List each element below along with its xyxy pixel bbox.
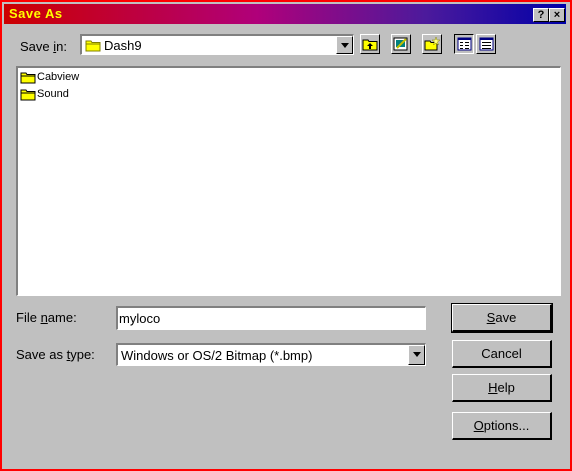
up-one-level-button[interactable] bbox=[360, 34, 380, 54]
help-button[interactable]: Help bbox=[452, 374, 552, 402]
desktop-icon bbox=[393, 36, 409, 55]
close-button[interactable]: × bbox=[549, 8, 565, 22]
folder-icon bbox=[85, 39, 101, 55]
file-list[interactable]: Cabview Sound bbox=[16, 66, 561, 296]
file-name-field[interactable] bbox=[116, 306, 426, 330]
help-title-button[interactable]: ? bbox=[533, 8, 549, 22]
desktop-button[interactable] bbox=[391, 34, 411, 54]
new-folder-button[interactable] bbox=[422, 34, 442, 54]
list-view-button[interactable] bbox=[454, 34, 474, 54]
save-in-value: Dash9 bbox=[104, 38, 142, 53]
chevron-down-icon[interactable] bbox=[408, 345, 425, 365]
file-name-input[interactable] bbox=[119, 311, 419, 326]
folder-icon bbox=[20, 88, 36, 101]
up-one-level-icon bbox=[362, 37, 378, 54]
save-as-type-label: Save as type: bbox=[16, 347, 95, 362]
new-folder-icon bbox=[424, 36, 441, 54]
dialog-title: Save As bbox=[9, 6, 63, 21]
file-name-label: File name: bbox=[16, 310, 77, 325]
details-view-icon bbox=[479, 37, 494, 55]
save-as-type-dropdown[interactable]: Windows or OS/2 Bitmap (*.bmp) bbox=[116, 343, 426, 366]
save-as-type-value: Windows or OS/2 Bitmap (*.bmp) bbox=[121, 348, 313, 363]
title-bar[interactable]: Save As ? × bbox=[4, 4, 566, 24]
folder-icon bbox=[20, 71, 36, 84]
save-as-dialog: Save As ? × Save in: Dash9 Cabview Sound… bbox=[0, 0, 572, 471]
list-view-icon bbox=[457, 37, 472, 55]
chevron-down-icon[interactable] bbox=[336, 36, 353, 54]
save-button[interactable]: Save bbox=[451, 303, 553, 333]
save-in-dropdown[interactable]: Dash9 bbox=[80, 34, 354, 55]
options-button[interactable]: Options... bbox=[452, 412, 552, 440]
list-item-label: Cabview bbox=[37, 71, 80, 83]
details-view-button[interactable] bbox=[476, 34, 496, 54]
save-in-label: Save in: bbox=[20, 39, 67, 54]
list-item-label: Sound bbox=[37, 88, 69, 100]
cancel-button[interactable]: Cancel bbox=[452, 340, 552, 368]
